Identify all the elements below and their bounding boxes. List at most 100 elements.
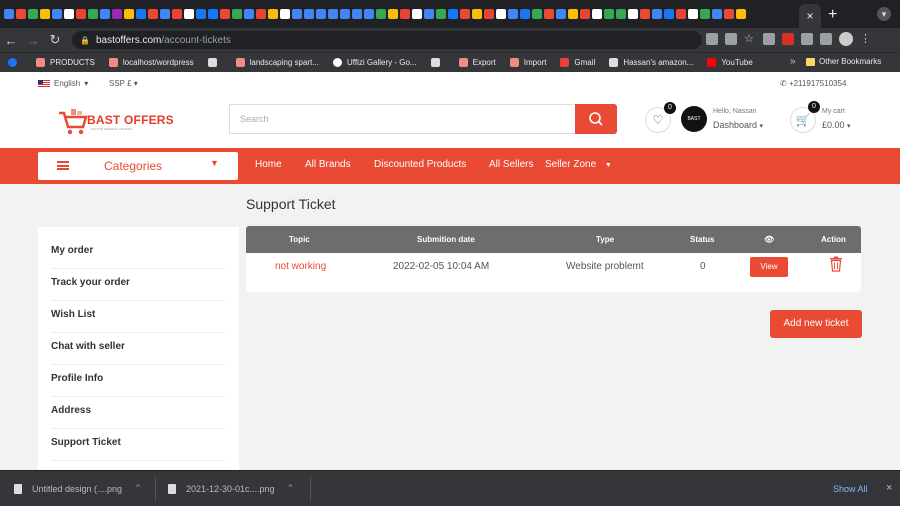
translate-icon[interactable] — [706, 33, 718, 45]
nav-discounted-products[interactable]: Discounted Products — [374, 159, 466, 170]
dashboard-label: Dashboard — [713, 120, 758, 130]
bookmark-label: YouTube — [721, 58, 753, 67]
youtube-icon — [707, 58, 717, 67]
site-icon — [509, 58, 519, 67]
puzzle-icon[interactable] — [801, 33, 813, 45]
lock-icon: 🔒 — [80, 35, 90, 45]
bookmark-label: landscaping spart... — [249, 58, 319, 67]
currency-selector[interactable]: SSP £ ▾ — [109, 79, 138, 88]
bookmark-gmail[interactable]: Gmail — [560, 58, 595, 67]
google-icon — [332, 58, 342, 67]
bookmark-facebook[interactable] — [8, 58, 22, 67]
active-tab[interactable]: × — [799, 4, 821, 28]
eye-icon: 👁 — [764, 235, 775, 244]
bookmark-label: Gmail — [574, 58, 596, 67]
sidebar-item-chat-seller[interactable]: Chat with seller — [51, 333, 226, 365]
bookmark-label: Uffizi Gallery - Go... — [346, 58, 417, 67]
profile-avatar[interactable] — [839, 32, 853, 46]
caret-down-icon: ▼ — [210, 158, 219, 168]
download-item[interactable]: 2021-12-30-01c....png ⌃ — [168, 483, 294, 494]
add-new-ticket-button[interactable]: Add new ticket — [770, 310, 862, 338]
sidebar-item-support-ticket[interactable]: Support Ticket — [51, 429, 226, 461]
logo-text: BAST OFFERS — [87, 113, 174, 127]
bookmark-uffizi[interactable]: Uffizi Gallery - Go... — [332, 58, 417, 67]
bookmark-label: Export — [472, 58, 496, 67]
site-icon — [458, 58, 468, 67]
bookmarks-overflow-button[interactable]: » — [790, 56, 796, 67]
file-icon — [14, 483, 22, 494]
chevron-up-icon[interactable]: ⌃ — [287, 483, 295, 494]
bookmark-label: Hassan's amazon... — [623, 58, 694, 67]
dashboard-dropdown[interactable]: Dashboard ▾ — [713, 120, 763, 130]
ticket-date: 2022-02-05 10:04 AM — [393, 261, 490, 272]
bookmark-import[interactable]: Import — [509, 58, 546, 67]
bookmark-products[interactable]: PRODUCTS — [36, 58, 95, 67]
cart-logo-icon — [59, 109, 88, 135]
nav-all-brands[interactable]: All Brands — [305, 159, 351, 170]
categories-dropdown[interactable]: Categories ▼ — [38, 152, 238, 180]
top-info-bar: English ▾ SSP £ ▾ ✆ +211917510354 — [0, 72, 900, 94]
show-all-button[interactable]: Show All — [833, 484, 868, 494]
adblock-icon[interactable] — [782, 33, 794, 45]
bookmark-export[interactable]: Export — [458, 58, 496, 67]
star-icon[interactable]: ☆ — [744, 33, 756, 45]
forward-arrow-icon[interactable]: → — [22, 33, 44, 48]
sidebar-item-profile-info[interactable]: Profile Info — [51, 365, 226, 397]
folder-icon — [806, 57, 815, 66]
reload-icon[interactable]: ↻ — [44, 32, 66, 48]
new-tab-button[interactable]: + — [828, 6, 837, 24]
search-input[interactable]: Search — [229, 104, 575, 134]
nav-all-sellers[interactable]: All Sellers — [489, 159, 533, 170]
trash-icon[interactable] — [828, 256, 844, 272]
extension-icon[interactable] — [763, 33, 775, 45]
nav-home[interactable]: Home — [255, 159, 282, 170]
column-header-type: Type — [596, 235, 615, 244]
chevron-down-icon: ▾ — [133, 79, 138, 88]
back-arrow-icon[interactable]: ← — [0, 33, 22, 48]
cart-amount-value: £0.00 — [822, 120, 845, 130]
caret-down-icon: ▼ — [604, 162, 612, 169]
sidebar-item-wish-list[interactable]: Wish List — [51, 301, 226, 333]
share-icon[interactable] — [725, 33, 737, 45]
site-logo[interactable]: BAST OFFERS FACTOR GENERAL TRADING — [57, 103, 177, 139]
view-ticket-button[interactable]: View — [750, 257, 788, 277]
phone-contact: ✆ +211917510354 — [780, 79, 846, 88]
bookmark-localhost[interactable]: localhost/wordpress — [108, 58, 194, 67]
sidebar-item-my-order[interactable]: My order — [51, 237, 226, 269]
tab-strip: × + ▾ — [0, 0, 900, 28]
bookmark-youtube[interactable]: YouTube — [707, 58, 753, 67]
download-item[interactable]: Untitled design (....png ⌃ — [14, 483, 142, 494]
tickets-table: Topic Submition date Type Status 👁 Actio… — [246, 226, 861, 292]
bookmark-landscaping[interactable]: landscaping spart... — [235, 58, 319, 67]
chevron-up-icon[interactable]: ⌃ — [134, 483, 142, 494]
search-button[interactable] — [575, 104, 617, 134]
pinned-tab-favicons[interactable] — [4, 9, 746, 19]
site-icon — [235, 58, 245, 67]
logo-tagline: FACTOR GENERAL TRADING — [91, 127, 133, 131]
tab-close-icon[interactable]: × — [806, 9, 813, 23]
ticket-topic-link[interactable]: not working — [275, 261, 326, 272]
other-bookmarks[interactable]: Other Bookmarks — [806, 57, 881, 66]
account-sidebar: My order Track your order Wish List Chat… — [38, 227, 239, 470]
my-cart-label: My cart — [822, 108, 845, 115]
column-header-status: Status — [690, 235, 715, 244]
nav-seller-zone[interactable]: Seller Zone ▼ — [545, 159, 612, 170]
categories-label: Categories — [104, 159, 163, 173]
address-bar[interactable]: 🔒 bastoffers.com/account-tickets — [72, 31, 702, 49]
bookmark-globe-2[interactable] — [430, 58, 445, 67]
sidebar-item-track-order[interactable]: Track your order — [51, 269, 226, 301]
cart-amount[interactable]: £0.00 ▾ — [822, 120, 851, 130]
cart-count-badge: 0 — [808, 101, 820, 113]
bookmark-globe[interactable] — [207, 58, 222, 67]
wishlist-count-badge: 0 — [664, 102, 676, 114]
close-icon[interactable]: × — [886, 482, 892, 494]
language-selector[interactable]: English ▾ — [38, 79, 88, 88]
tab-search-icon[interactable]: ▾ — [877, 7, 891, 21]
sidebar-icon[interactable] — [820, 33, 832, 45]
chevron-down-icon: ▾ — [759, 123, 764, 130]
sidebar-item-address[interactable]: Address — [51, 397, 226, 429]
greeting-text: Hello, Nassan — [713, 108, 757, 115]
bookmark-amazon[interactable]: Hassan's amazon... — [609, 58, 693, 67]
menu-dots-icon[interactable]: ⋮ — [860, 33, 872, 45]
user-avatar[interactable]: BAST — [681, 106, 707, 132]
